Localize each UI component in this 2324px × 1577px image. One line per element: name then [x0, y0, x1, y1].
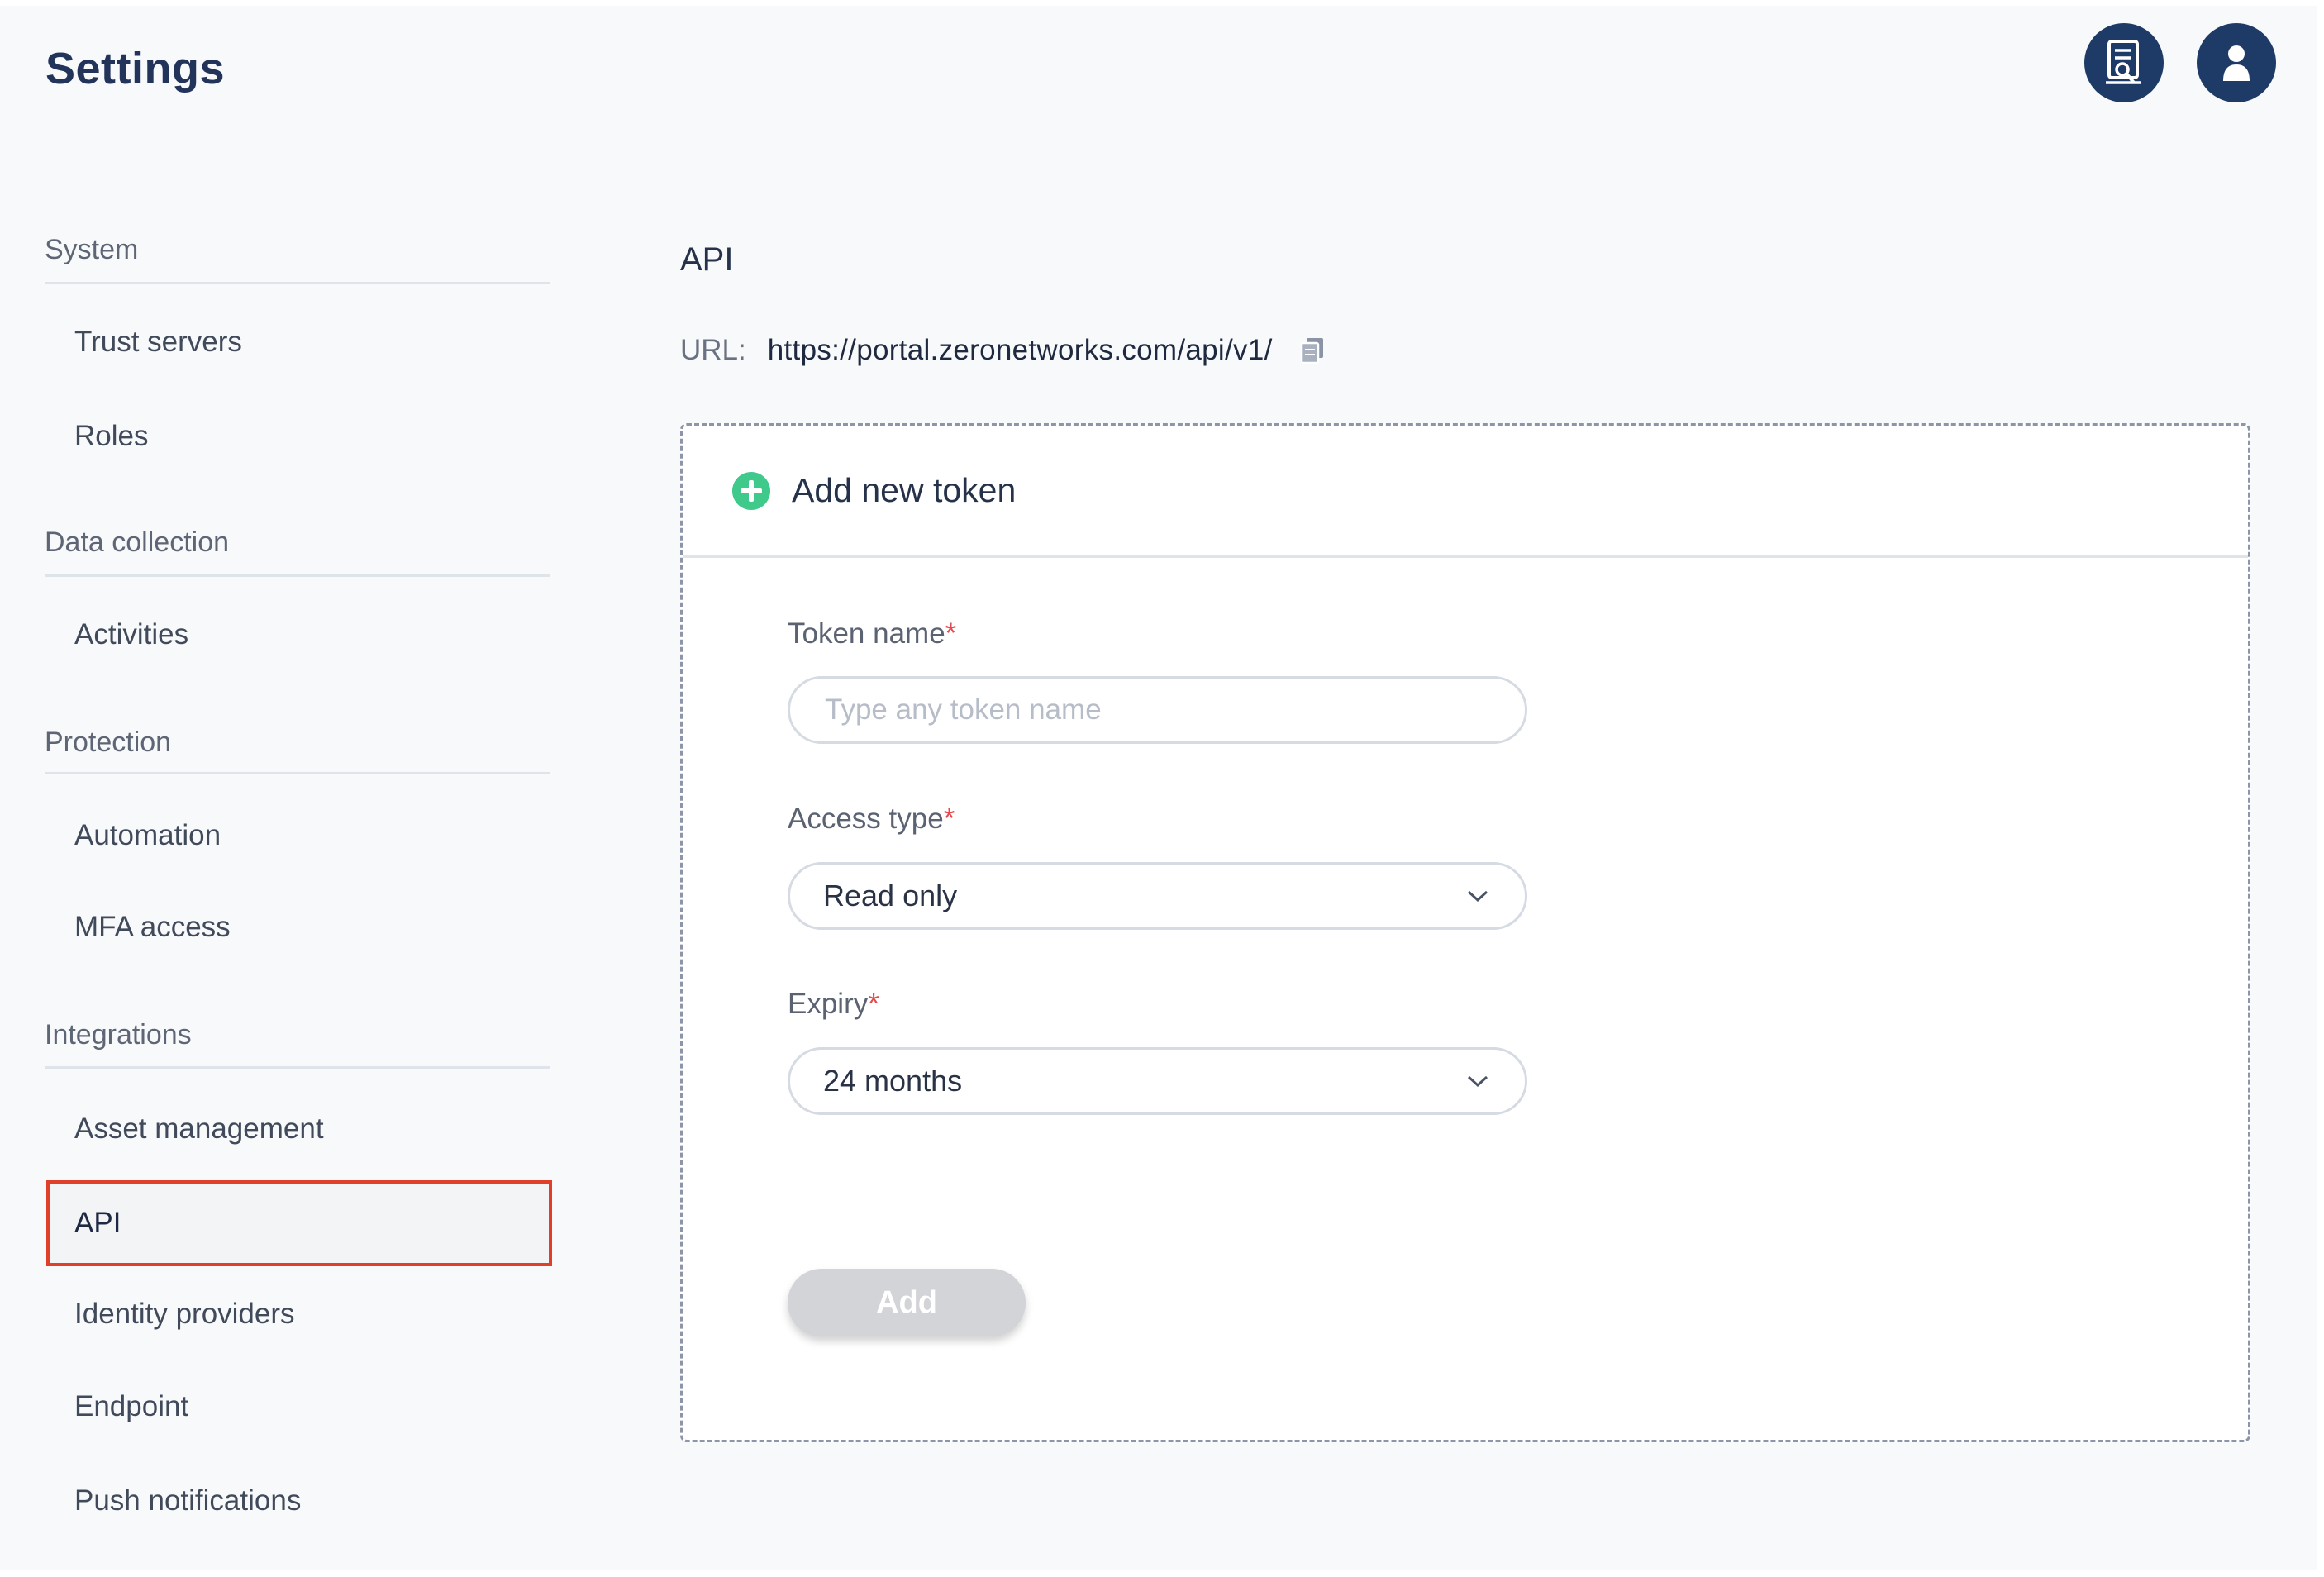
- add-new-token-header[interactable]: Add new token: [683, 426, 2248, 558]
- add-new-token-label: Add new token: [792, 471, 1017, 509]
- copy-icon[interactable]: [1298, 336, 1327, 365]
- sidebar-item-trust-servers[interactable]: Trust servers: [46, 303, 552, 382]
- sidebar-item-identity-providers[interactable]: Identity providers: [46, 1274, 552, 1354]
- api-url: https://portal.zeronetworks.com/api/v1/: [767, 334, 1273, 366]
- sidebar-item-mfa-access[interactable]: MFA access: [46, 888, 552, 967]
- sidebar-group-protection: Protection: [45, 727, 172, 758]
- expiry-select[interactable]: 24 months: [788, 1047, 1527, 1115]
- expiry-label-text: Expiry: [788, 988, 869, 1020]
- settings-sidebar: System Trust servers Roles Data collecti…: [0, 0, 579, 1577]
- sidebar-item-api[interactable]: API: [46, 1180, 552, 1266]
- access-type-label-text: Access type: [788, 803, 944, 835]
- sidebar-divider: [45, 282, 550, 284]
- sidebar-item-roles[interactable]: Roles: [46, 397, 552, 476]
- user-icon-glyph: [2223, 45, 2250, 81]
- sidebar-divider: [45, 574, 550, 577]
- sidebar-group-system: System: [45, 234, 139, 265]
- access-type-select[interactable]: Read only: [788, 862, 1527, 930]
- sidebar-item-endpoint[interactable]: Endpoint: [46, 1367, 552, 1446]
- sidebar-divider: [45, 772, 550, 774]
- sidebar-item-automation[interactable]: Automation: [46, 796, 552, 875]
- required-marker: *: [868, 988, 879, 1020]
- expiry-label: Expiry*: [788, 988, 879, 1021]
- api-docs-icon-glyph: [2106, 40, 2141, 84]
- add-button[interactable]: Add: [788, 1269, 1026, 1336]
- section-title: API: [680, 241, 734, 278]
- access-type-label: Access type*: [788, 803, 955, 836]
- sidebar-group-integrations: Integrations: [45, 1019, 192, 1051]
- token-name-label-text: Token name: [788, 617, 945, 650]
- api-docs-icon[interactable]: [2084, 23, 2164, 102]
- sidebar-item-asset-management[interactable]: Asset management: [46, 1089, 552, 1169]
- sidebar-item-push-notifications[interactable]: Push notifications: [46, 1461, 552, 1541]
- copy-icon-glyph: [1300, 338, 1323, 364]
- sidebar-group-data-collection: Data collection: [45, 526, 230, 558]
- required-marker: *: [945, 617, 957, 650]
- expiry-value: 24 months: [823, 1064, 963, 1098]
- access-type-value: Read only: [823, 879, 958, 912]
- chevron-down-icon: [1467, 1075, 1488, 1088]
- chevron-down-icon: [1467, 890, 1488, 903]
- required-marker: *: [943, 803, 955, 835]
- add-token-card: Add new token Token name* Access type* R…: [680, 423, 2250, 1442]
- token-name-field[interactable]: [788, 676, 1527, 744]
- token-name-label: Token name*: [788, 617, 956, 650]
- sidebar-item-activities[interactable]: Activities: [46, 595, 552, 674]
- user-icon[interactable]: [2197, 23, 2276, 102]
- token-name-input[interactable]: [823, 693, 1492, 727]
- api-url-row: URL: https://portal.zeronetworks.com/api…: [680, 334, 1327, 367]
- sidebar-divider: [45, 1066, 550, 1069]
- add-circle-icon[interactable]: [732, 471, 770, 510]
- url-label: URL:: [680, 334, 746, 366]
